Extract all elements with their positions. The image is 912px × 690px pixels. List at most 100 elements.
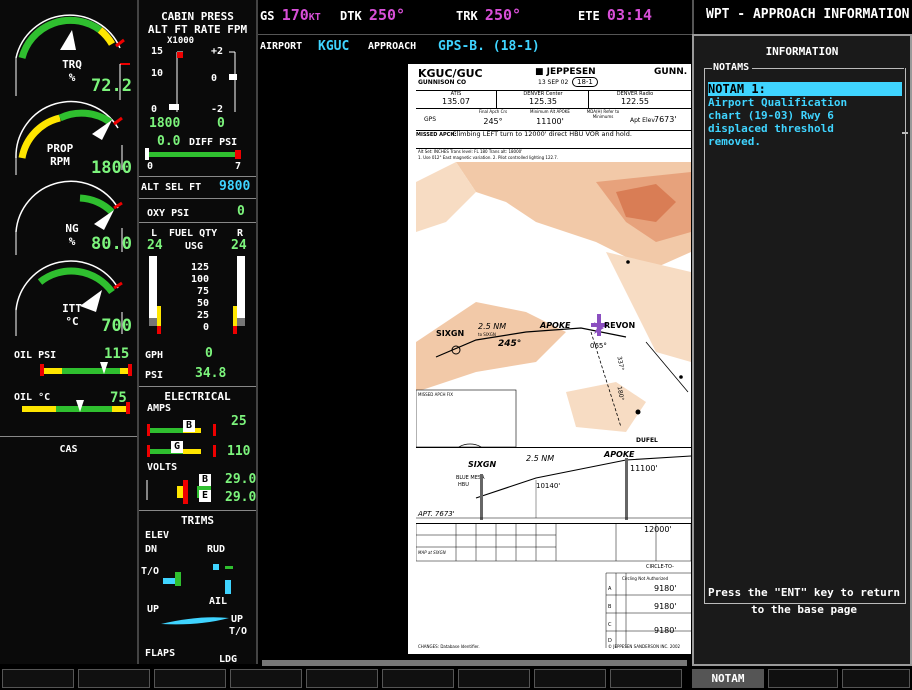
- trq-value: 72.2: [91, 76, 132, 96]
- approach-field[interactable]: GPS-B. (18-1): [438, 39, 540, 54]
- oil-psi-value: 115: [104, 346, 130, 362]
- pitch-up-label: UP: [231, 614, 244, 625]
- softkey-2[interactable]: [78, 669, 150, 688]
- alt-sel-value[interactable]: 9800: [219, 179, 250, 194]
- amps-label: AMPS: [147, 403, 172, 414]
- airport-field[interactable]: KGUC: [318, 39, 349, 54]
- cabin-rate-value: 0: [217, 116, 225, 131]
- apt-elev-label: Apt Elev: [630, 117, 655, 124]
- softkey-9[interactable]: [610, 669, 682, 688]
- pitch-to-label: T/O: [229, 626, 248, 637]
- page-title: WPT - APPROACH INFORMATION: [706, 7, 910, 22]
- elev-dn-label: DN: [145, 544, 158, 555]
- crs-065: 065°: [590, 342, 607, 350]
- wp-apoke: APOKE: [540, 321, 571, 330]
- softkey-7[interactable]: [458, 669, 530, 688]
- fuel-right-value: 24: [231, 238, 247, 253]
- itt-value: 700: [101, 316, 132, 336]
- notam-1-heading[interactable]: NOTAM 1:: [708, 82, 902, 96]
- information-window: INFORMATION NOTAMS NOTAM 1: Airport Qual…: [692, 34, 912, 666]
- min-alt-value: 11100': [536, 117, 564, 126]
- fuel-scale-100: 100: [190, 274, 209, 285]
- freq2-value: 125.35: [529, 97, 557, 106]
- plate-brand: ■ JEPPESEN: [535, 67, 596, 77]
- cat-c: C: [608, 622, 612, 628]
- plan-view-map[interactable]: [416, 162, 691, 447]
- oxy-psi-value: 0: [237, 204, 245, 219]
- systems-indication-strip: CABIN PRESS ALT FT RATE FPM X1000 15 10 …: [139, 0, 258, 665]
- elev-up-label: UP: [147, 604, 160, 615]
- plate-city: GUNNISON CO: [418, 79, 467, 86]
- notam-softkey[interactable]: NOTAM: [692, 669, 764, 688]
- final-crs-value: 245°: [483, 117, 503, 126]
- notam-line-1: Airport Qualification: [708, 96, 848, 109]
- softkey-1[interactable]: [2, 669, 74, 688]
- horizontal-scrollbar[interactable]: [262, 660, 687, 666]
- min-b: 9180': [654, 602, 677, 611]
- top-status-bar: GS 170KT DTK 250° TRK 250° ETE 03:14 WPT…: [256, 0, 912, 34]
- fuel-scale-50: 50: [196, 298, 209, 309]
- apt-elev-value: 7673': [654, 115, 677, 124]
- diff-scale-7: 7: [235, 161, 242, 172]
- softkey-8[interactable]: [534, 669, 606, 688]
- fuel-left-value: 24: [147, 238, 163, 253]
- crs-245: 245°: [498, 339, 522, 349]
- ete-label: ETE: [578, 9, 600, 23]
- cat-b: B: [608, 604, 612, 610]
- approach-label: APPROACH: [368, 41, 417, 52]
- softkey-bar: NOTAM: [0, 667, 912, 690]
- freq3-value: 122.55: [621, 97, 649, 106]
- cabin-alt-value: 1800: [149, 116, 181, 131]
- prop-label-1: PROP: [46, 142, 74, 155]
- gs-unit: KT: [308, 12, 321, 23]
- min-12000: 12000': [644, 525, 672, 534]
- fuel-scale-75: 75: [196, 286, 209, 297]
- softkey-12[interactable]: [842, 669, 910, 688]
- plate-footer-left: CHANGES: Database Identifier.: [418, 644, 480, 649]
- dist-25: 2.5 NM: [478, 322, 507, 331]
- flaps-label: FLAPS: [145, 648, 176, 659]
- circle-label: CIRCLE-TO-: [646, 564, 674, 570]
- cas-label: CAS: [59, 444, 78, 455]
- notams-frame: [704, 68, 906, 604]
- cat-a: A: [608, 586, 612, 592]
- softkey-4[interactable]: [230, 669, 302, 688]
- ng-value: 80.0: [91, 234, 132, 254]
- softkey-5[interactable]: [306, 669, 378, 688]
- amps-g-value: 110: [227, 444, 251, 459]
- oil-c-label: OIL °C: [14, 392, 51, 403]
- amps-b-value: 25: [231, 414, 247, 429]
- dtk-value: 250°: [368, 6, 406, 24]
- minimums-table: [416, 523, 691, 648]
- trq-label-1: TRQ: [62, 58, 82, 71]
- fuel-qty-title: FUEL QTY: [169, 228, 218, 239]
- diff-psi-label: DIFF PSI: [189, 137, 238, 148]
- profile-tdze: APT. 7673': [418, 510, 455, 518]
- softkey-11[interactable]: [768, 669, 838, 688]
- flaps-ldg-label: LDG: [219, 654, 238, 665]
- wp-sixgn: SIXGN: [436, 329, 465, 338]
- fuel-scale-0: 0: [202, 322, 209, 333]
- mda-label: MDA(H) Refer to Minimums: [586, 109, 620, 119]
- info-footer: Press the "ENT" key to return to the bas…: [707, 586, 901, 616]
- min-a: 9180': [654, 584, 677, 593]
- missed-text: Climbing LEFT turn to 12000' direct HBU …: [452, 130, 632, 138]
- map-at-sixgn: MAP at SIXGN: [418, 550, 446, 555]
- missed-label: MISSED APCH:: [416, 132, 457, 138]
- diff-scale-0: 0: [147, 161, 154, 172]
- dtk-label: DTK: [340, 9, 362, 23]
- wp-dufel: DUFEL: [636, 437, 658, 444]
- electrical-title: ELECTRICAL: [164, 390, 231, 403]
- softkey-6[interactable]: [382, 669, 454, 688]
- amps-b-marker: B: [183, 420, 195, 432]
- notam-line-3: displaced threshold: [708, 122, 834, 135]
- prop-label-2: RPM: [50, 155, 70, 168]
- psi-value: 34.8: [195, 366, 227, 381]
- softkey-3[interactable]: [154, 669, 226, 688]
- rud-label: RUD: [207, 544, 226, 555]
- plate-proc-number: 18-1: [572, 77, 598, 87]
- plate-date: 13 SEP 02: [538, 79, 569, 86]
- volts-e-marker: E: [199, 490, 211, 502]
- scroll-indicator[interactable]: [902, 132, 908, 134]
- approach-plate[interactable]: KGUC/GUC GUNNISON CO ■ JEPPESEN 13 SEP 0…: [408, 64, 691, 654]
